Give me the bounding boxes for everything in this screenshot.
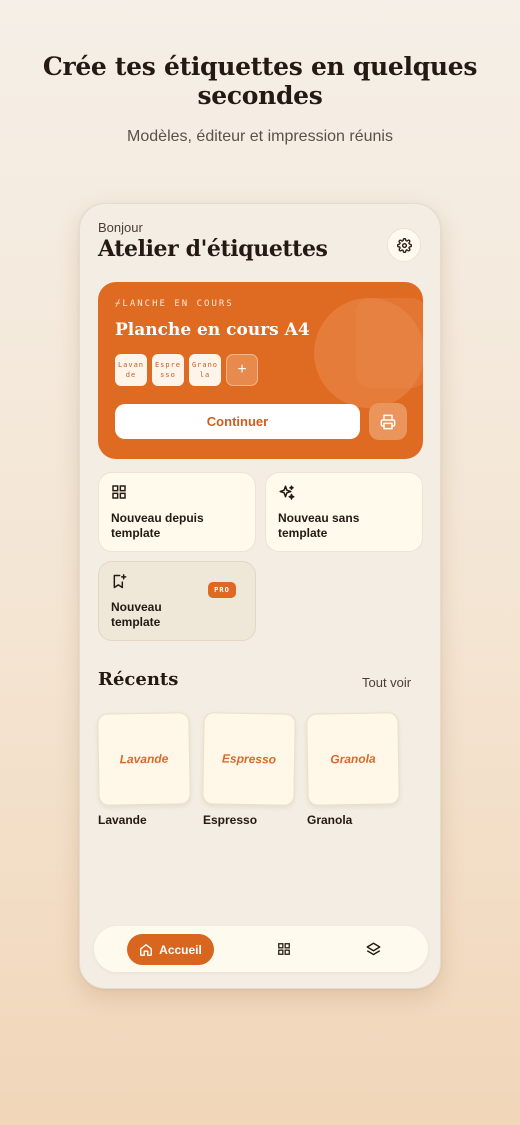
recent-thumbnail: Espresso bbox=[202, 712, 296, 806]
label-chips: Lavande Espresso Granola + bbox=[115, 354, 258, 386]
hero-subtitle: Modèles, éditeur et impression réunis bbox=[127, 128, 393, 145]
recent-name: Granola bbox=[307, 813, 353, 827]
page-title: Atelier d'étiquettes bbox=[98, 236, 328, 262]
label-chip[interactable]: Lavande bbox=[115, 354, 147, 386]
gear-icon bbox=[396, 237, 412, 253]
new-from-template-button[interactable]: Nouveau depuis template bbox=[98, 472, 256, 552]
recent-name: Lavande bbox=[98, 813, 147, 827]
print-button[interactable] bbox=[369, 403, 407, 440]
home-icon bbox=[140, 943, 153, 956]
grid-icon bbox=[112, 485, 126, 499]
card-title: Planche en cours A4 bbox=[115, 320, 310, 340]
phone-screen: Bonjour Atelier d'étiquettes ⌿LANCHE EN … bbox=[79, 203, 441, 989]
tile-label: Nouveau template bbox=[111, 600, 162, 629]
see-all-link[interactable]: Tout voir bbox=[362, 675, 411, 690]
bottom-tab-bar: Accueil bbox=[94, 926, 428, 972]
tile-label: Nouveau sans template bbox=[278, 511, 360, 540]
recents-title: Récents bbox=[98, 669, 179, 690]
current-sheet-card[interactable]: ⌿LANCHE EN COURS Planche en cours A4 Lav… bbox=[98, 282, 423, 459]
recent-name: Espresso bbox=[203, 813, 258, 827]
recent-thumbnail: Granola bbox=[306, 712, 400, 806]
grid-icon bbox=[278, 943, 290, 955]
card-decoration bbox=[356, 298, 423, 388]
add-label-button[interactable]: + bbox=[226, 354, 258, 386]
card-eyebrow: ⌿LANCHE EN COURS bbox=[115, 299, 234, 309]
new-blank-button[interactable]: Nouveau sans template bbox=[265, 472, 423, 552]
printer-icon bbox=[380, 414, 396, 429]
label-chip[interactable]: Espresso bbox=[152, 354, 184, 386]
recent-item[interactable]: Lavande Lavande bbox=[97, 712, 191, 827]
sparkles-icon bbox=[279, 485, 295, 500]
layers-icon bbox=[366, 942, 380, 955]
tile-label: Nouveau depuis template bbox=[111, 511, 204, 540]
continue-button[interactable]: Continuer bbox=[115, 404, 360, 439]
recent-item[interactable]: Granola Granola bbox=[306, 712, 400, 827]
settings-button[interactable] bbox=[387, 228, 421, 262]
new-template-button[interactable]: PRO Nouveau template bbox=[98, 561, 256, 641]
pro-badge: PRO bbox=[208, 582, 236, 598]
recent-thumbnail: Lavande bbox=[97, 712, 191, 806]
tab-sheets[interactable] bbox=[364, 940, 382, 958]
tab-templates[interactable] bbox=[275, 940, 293, 958]
tab-home[interactable]: Accueil bbox=[127, 934, 214, 965]
tab-home-label: Accueil bbox=[159, 942, 202, 957]
greeting: Bonjour bbox=[98, 220, 143, 235]
label-chip[interactable]: Granola bbox=[189, 354, 221, 386]
hero-title: Crée tes étiquettes en quelques secondes bbox=[42, 52, 478, 110]
recent-item[interactable]: Espresso Espresso bbox=[202, 712, 296, 827]
bookmark-add-icon bbox=[113, 574, 127, 589]
